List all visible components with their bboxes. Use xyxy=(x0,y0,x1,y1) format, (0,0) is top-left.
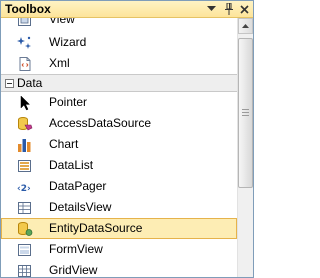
toolbox-item-formview[interactable]: FormView xyxy=(1,239,237,260)
toolbox-item-entitydatasource[interactable]: EntityDataSource xyxy=(1,218,237,239)
pointer-icon xyxy=(17,95,33,111)
toolbox-titlebar: Toolbox xyxy=(1,1,253,18)
toolbox-list: View Wizard Xml Data Pointer AccessDataS… xyxy=(1,18,237,277)
gridview-icon xyxy=(17,263,33,277)
collapse-icon[interactable] xyxy=(5,79,14,88)
toolbox-item-datapager[interactable]: ‹2› DataPager xyxy=(1,176,237,197)
toolbox-item-wizard[interactable]: Wizard xyxy=(1,32,237,53)
toolbox-title: Toolbox xyxy=(5,2,51,16)
dropdown-icon[interactable] xyxy=(205,2,218,16)
toolbox-item-accessdatasource[interactable]: AccessDataSource xyxy=(1,113,237,134)
entity-datasource-icon xyxy=(17,221,33,237)
toolbox-panel: Toolbox View Wizard Xml Data Pointer Acc… xyxy=(0,0,254,278)
wizard-icon xyxy=(17,35,33,51)
vertical-scrollbar[interactable] xyxy=(237,18,253,277)
toolbox-item-detailsview[interactable]: DetailsView xyxy=(1,197,237,218)
toolbox-item-xml[interactable]: Xml xyxy=(1,53,237,74)
toolbox-item-datalist[interactable]: DataList xyxy=(1,155,237,176)
datalist-icon xyxy=(17,158,33,174)
datapager-icon: ‹2› xyxy=(17,179,33,195)
scroll-up-button[interactable] xyxy=(238,18,253,34)
close-icon[interactable] xyxy=(238,2,251,16)
toolbox-item-pointer[interactable]: Pointer xyxy=(1,92,237,113)
view-icon xyxy=(17,18,33,28)
toolbox-item-chart[interactable]: Chart xyxy=(1,134,237,155)
chevron-up-icon xyxy=(242,24,249,28)
category-data[interactable]: Data xyxy=(1,74,237,92)
scroll-thumb[interactable] xyxy=(238,38,253,188)
access-datasource-icon xyxy=(17,116,33,132)
xml-icon xyxy=(17,56,33,72)
pin-icon[interactable] xyxy=(222,2,235,16)
toolbox-item-view[interactable]: View xyxy=(1,18,237,30)
chart-icon xyxy=(17,137,33,153)
formview-icon xyxy=(17,242,33,258)
svg-text:‹2›: ‹2› xyxy=(17,184,31,194)
toolbox-item-gridview[interactable]: GridView xyxy=(1,260,237,277)
detailsview-icon xyxy=(17,200,33,216)
